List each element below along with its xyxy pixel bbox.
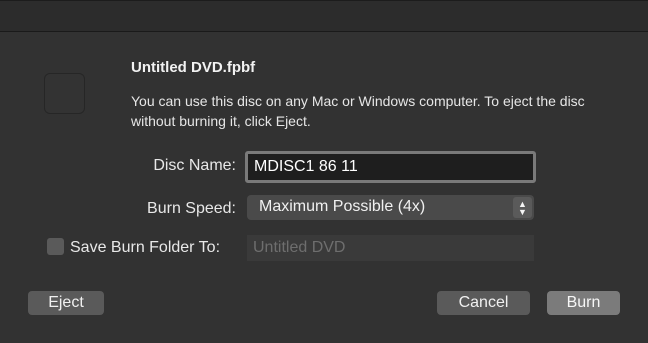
burn-speed-label: Burn Speed:: [147, 200, 236, 217]
burn-disc-dialog: Untitled DVD.fpbf You can use this disc …: [0, 0, 648, 343]
disc-name-input[interactable]: MDISC1 86 11: [245, 151, 536, 183]
select-stepper-icon: ▲ ▼: [513, 197, 532, 218]
dialog-title: Untitled DVD.fpbf: [131, 59, 256, 76]
dialog-message: You can use this disc on any Mac or Wind…: [131, 93, 585, 129]
disc-name-label: Disc Name:: [153, 157, 236, 174]
save-burn-folder-label[interactable]: Save Burn Folder To:: [70, 239, 220, 257]
save-burn-folder-checkbox[interactable]: [47, 238, 64, 255]
burn-speed-value: Maximum Possible (4x): [259, 198, 426, 215]
burn-button[interactable]: Burn: [547, 291, 620, 315]
window-title-bar: [0, 1, 648, 32]
burn-speed-select[interactable]: Maximum Possible (4x) ▲ ▼: [247, 195, 534, 220]
cancel-button[interactable]: Cancel: [437, 291, 530, 315]
eject-button[interactable]: Eject: [28, 291, 104, 315]
disc-icon: [44, 73, 85, 114]
save-burn-folder-input: Untitled DVD: [247, 235, 534, 261]
